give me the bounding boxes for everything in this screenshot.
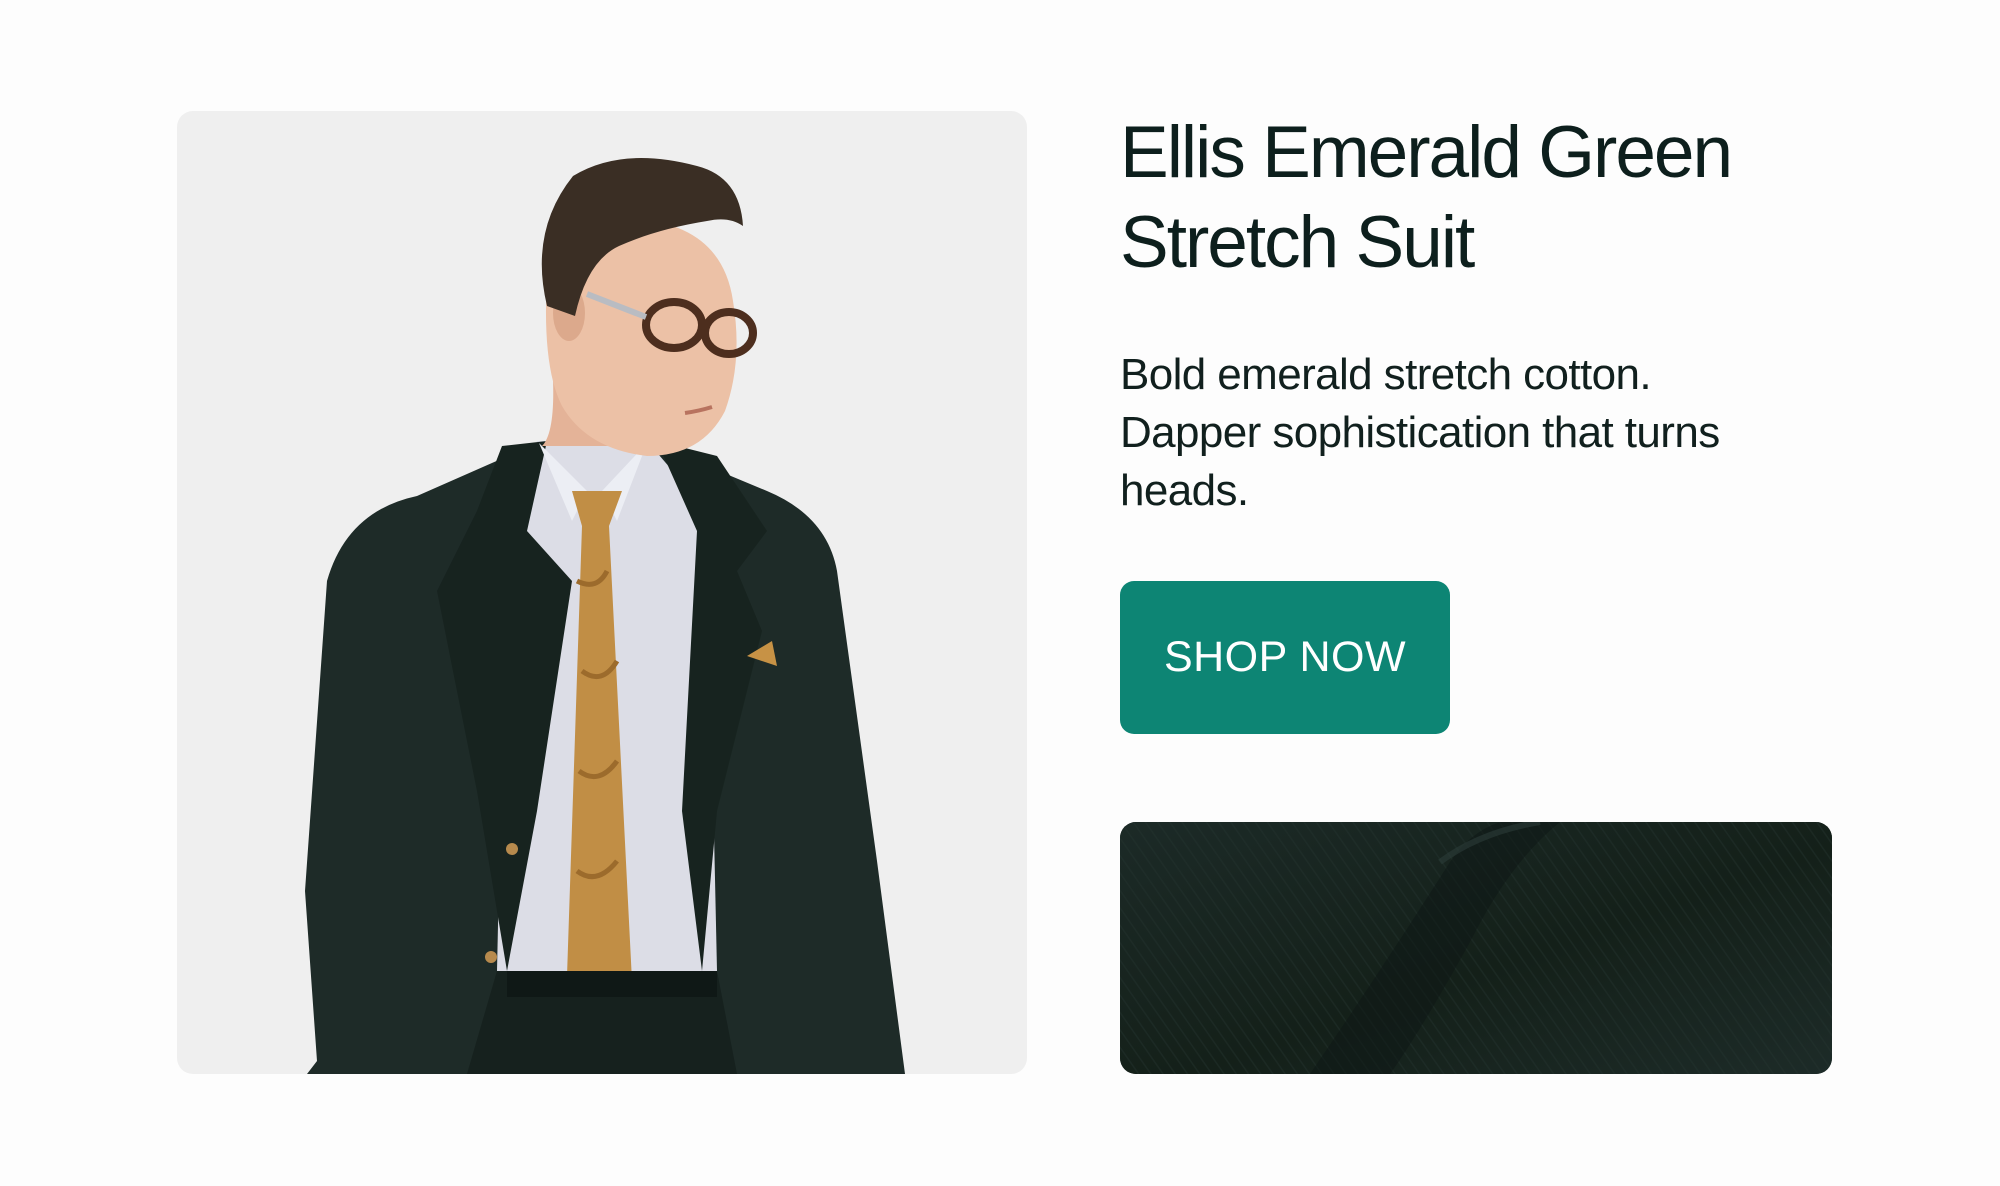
product-description: Bold emerald stretch cotton. Dapper soph… (1120, 350, 1720, 515)
fabric-texture (1120, 822, 1832, 1074)
product-image (177, 111, 1027, 1074)
model-in-suit-illustration (305, 158, 905, 1074)
product-title: Ellis Emerald Green Stretch Suit (1120, 112, 1733, 283)
fabric-swatch-image (1120, 822, 1832, 1074)
shop-now-button[interactable]: SHOP NOW (1120, 581, 1450, 734)
